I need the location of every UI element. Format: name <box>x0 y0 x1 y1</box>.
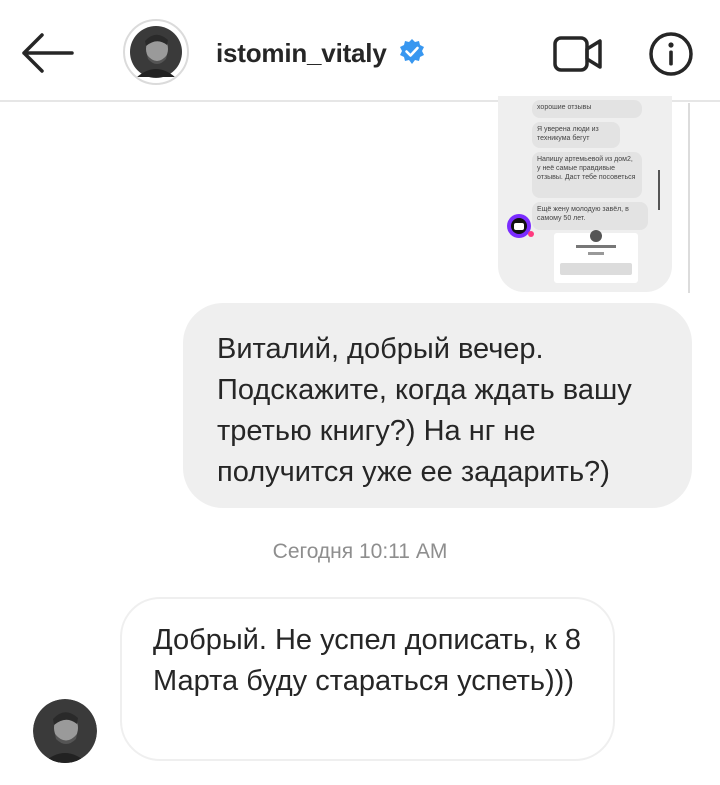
avatar[interactable] <box>123 19 189 85</box>
message-bubble-outgoing[interactable]: Виталий, добрый вечер. Подскажите, когда… <box>183 303 692 508</box>
sender-avatar[interactable] <box>33 699 97 763</box>
video-call-button[interactable] <box>552 33 604 75</box>
verified-badge-icon <box>398 38 426 66</box>
card-text-line <box>588 252 604 255</box>
shared-post-line: хорошие отзывы <box>532 100 642 118</box>
chat-header: istomin_vitaly <box>0 0 720 102</box>
shared-post-line: Напишу артемьевой из дом2, у неё самые п… <box>532 152 642 198</box>
shared-post-line: Ещё жену молодую завёл, в самому 50 лет. <box>532 202 648 230</box>
scrollbar[interactable] <box>688 103 690 293</box>
card-text-line <box>576 245 616 248</box>
back-button[interactable] <box>18 30 74 76</box>
shared-post-preview[interactable]: хорошие отзывы Я уверена люди из технику… <box>498 96 672 292</box>
scroll-indicator <box>658 170 660 210</box>
message-bubble-incoming[interactable]: Добрый. Не успел дописать, к 8 Марта буд… <box>120 597 615 761</box>
profile-photo <box>130 26 182 78</box>
arrow-left-icon <box>22 33 74 73</box>
info-button[interactable] <box>648 31 694 77</box>
card-avatar <box>590 230 602 242</box>
message-timestamp: Сегодня 10:11 AM <box>272 540 448 563</box>
shared-post-card <box>554 230 638 283</box>
shared-post-line: Я уверена люди из техникума бегут <box>532 122 620 148</box>
profile-photo <box>33 699 97 763</box>
sticker-icon <box>507 214 534 238</box>
video-camera-icon <box>553 36 602 72</box>
chat-username[interactable]: istomin_vitaly <box>216 38 387 69</box>
card-button <box>560 263 632 275</box>
info-icon <box>649 32 693 76</box>
